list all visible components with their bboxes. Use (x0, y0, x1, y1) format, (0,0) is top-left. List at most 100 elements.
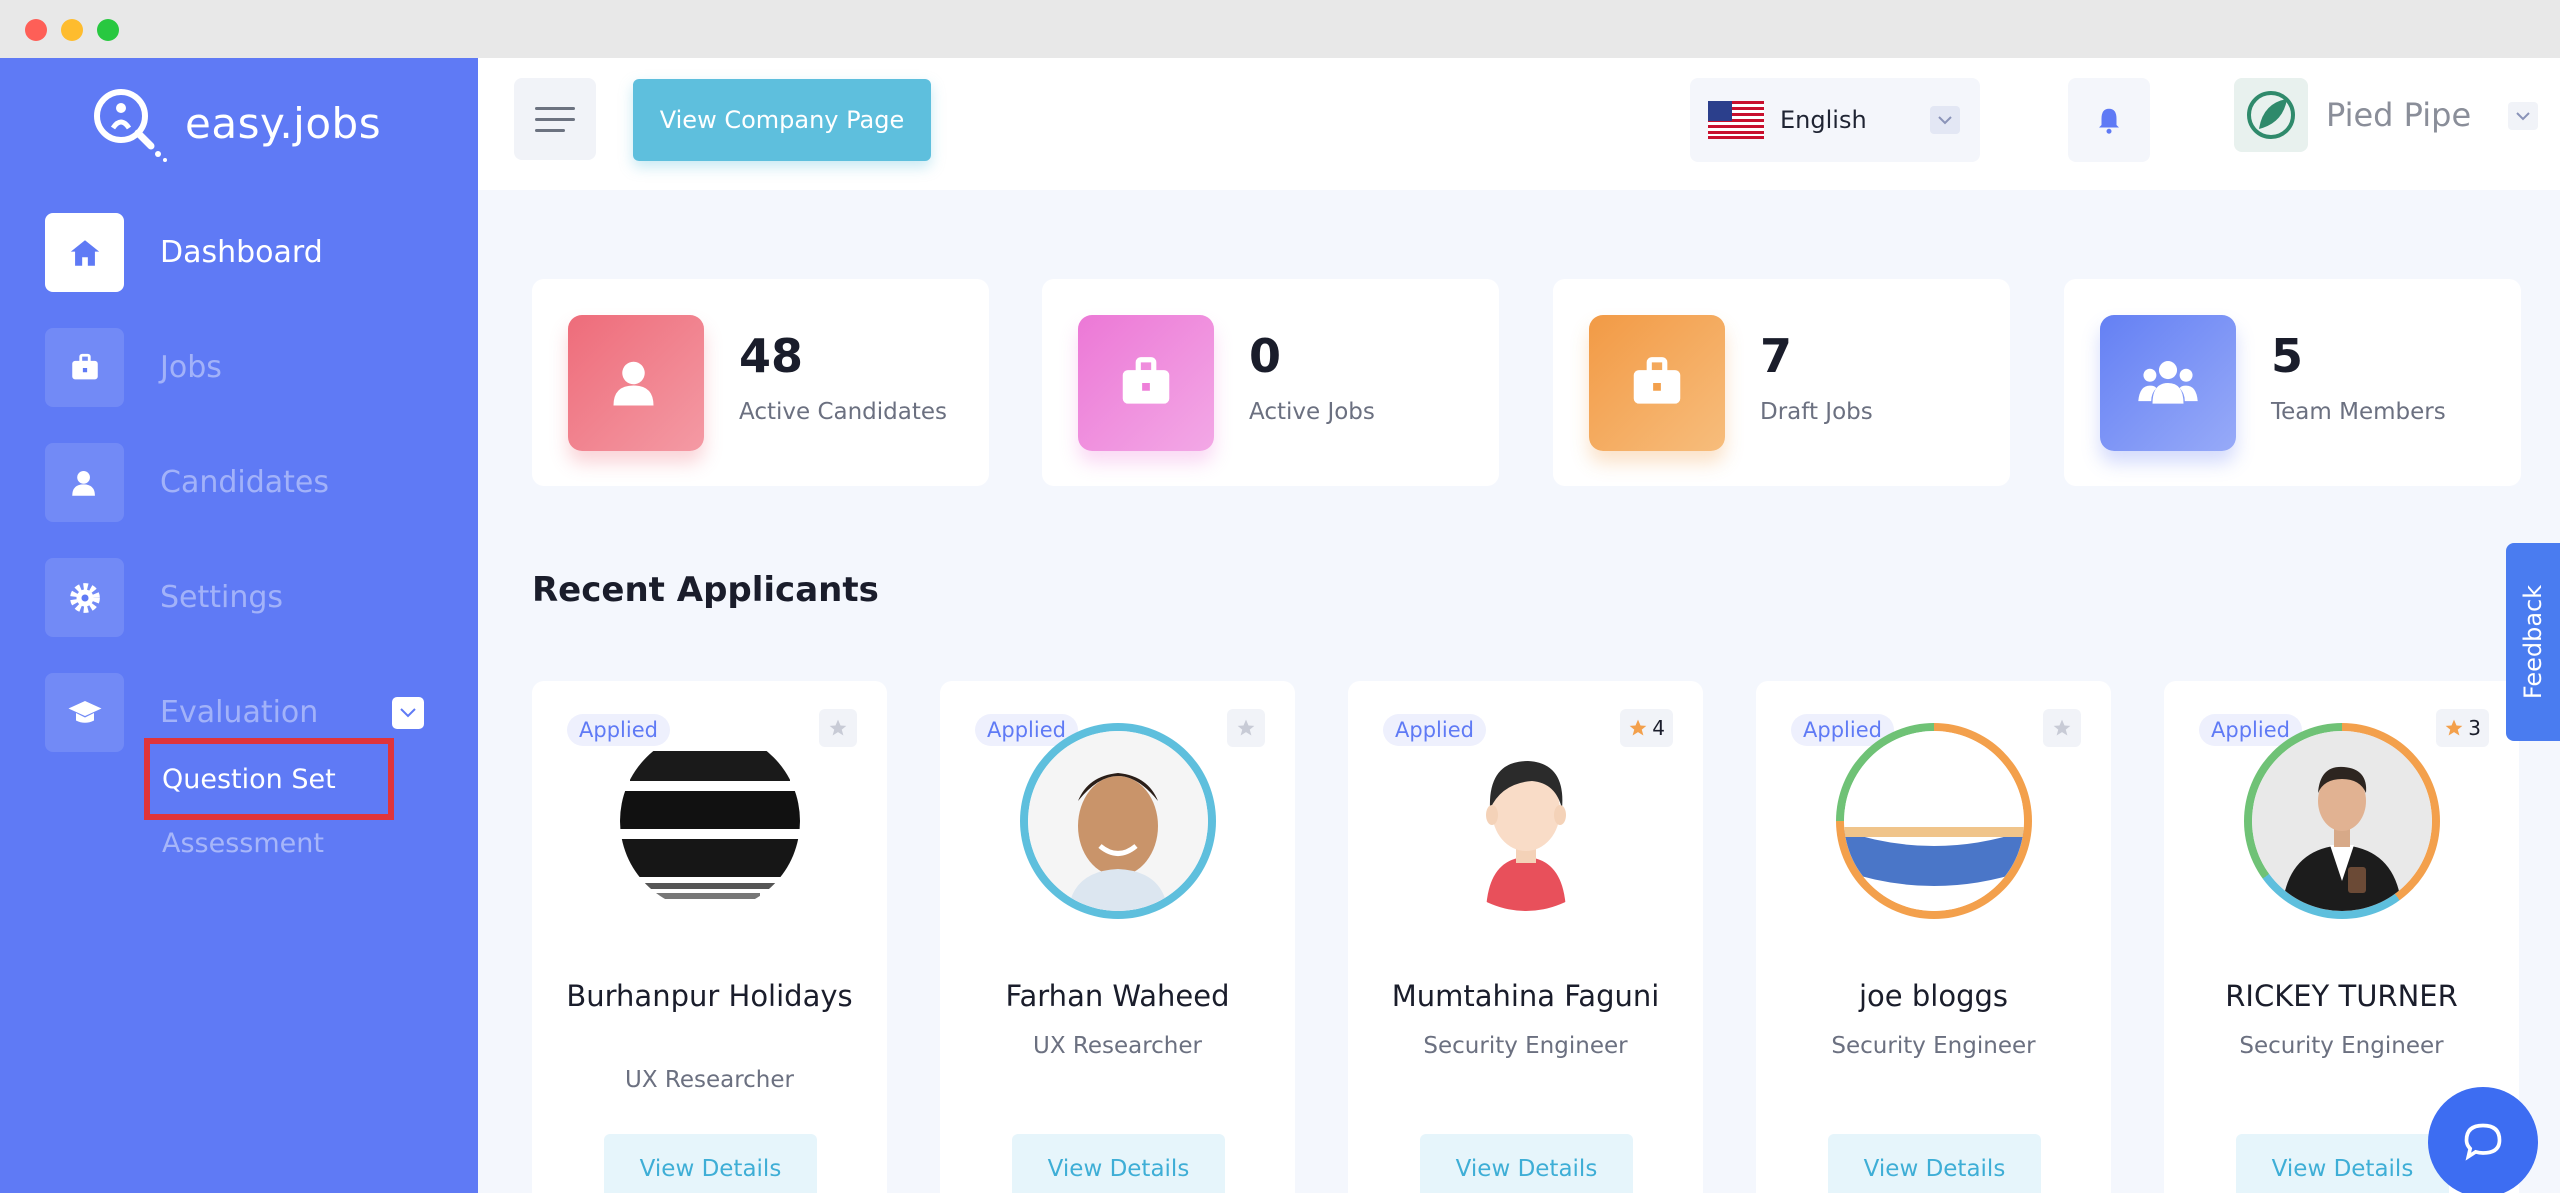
top-header: View Company Page English Pied Pipe (478, 58, 2560, 190)
applicant-name: Farhan Waheed (1005, 979, 1230, 1013)
recent-applicants-title: Recent Applicants (532, 570, 879, 610)
minimize-window-button[interactable] (61, 19, 83, 41)
chevron-down-icon[interactable] (392, 697, 424, 729)
applicant-name: RICKEY TURNER (2225, 979, 2458, 1013)
rating-badge[interactable]: 4 (1620, 709, 1673, 747)
view-details-button[interactable]: View Details (1420, 1134, 1633, 1193)
star-icon (1237, 719, 1255, 736)
applicant-name: Mumtahina Faguni (1391, 979, 1660, 1013)
feedback-tab[interactable]: Feedback (2506, 543, 2560, 741)
leaf-logo-icon (2247, 91, 2295, 139)
sidebar-item-settings[interactable]: Settings (45, 558, 283, 637)
language-selector[interactable]: English (1690, 78, 1980, 162)
applicant-role: Security Engineer (2239, 1033, 2444, 1059)
star-icon (1629, 719, 1647, 736)
chat-bubble-icon (2464, 1123, 2502, 1161)
brand-name: easy.jobs (185, 98, 382, 148)
chevron-down-icon[interactable] (2508, 102, 2538, 130)
sidebar-item-jobs[interactable]: Jobs (45, 328, 222, 407)
applicant-card[interactable]: Applied Farhan Waheed UX Researcher View… (940, 681, 1295, 1193)
easyjobs-logo-icon (94, 89, 167, 162)
home-icon (45, 213, 124, 292)
view-details-button[interactable]: View Details (604, 1134, 817, 1193)
favorite-button[interactable] (819, 709, 857, 747)
stat-value: 0 (1249, 329, 1282, 383)
close-window-button[interactable] (25, 19, 47, 41)
applicant-role: Security Engineer (1831, 1033, 2036, 1059)
rating-value: 4 (1652, 716, 1665, 740)
menu-line (535, 117, 575, 121)
avatar (612, 723, 808, 919)
chat-launcher-button[interactable] (2428, 1087, 2538, 1193)
stat-value: 5 (2271, 329, 2304, 383)
user-icon (568, 315, 704, 451)
view-details-button[interactable]: View Details (1012, 1134, 1225, 1193)
chevron-down-icon (1930, 106, 1960, 134)
team-icon (2100, 315, 2236, 451)
us-flag-icon (1708, 101, 1764, 139)
company-name: Pied Pipe (2326, 96, 2472, 134)
avatar-image (1436, 731, 1616, 911)
brand-logo[interactable]: easy.jobs (85, 80, 381, 166)
rating-value: 3 (2468, 716, 2481, 740)
avatar-image (1844, 731, 2024, 911)
star-icon (829, 719, 847, 736)
menu-line (535, 128, 565, 132)
sidebar-item-label: Candidates (160, 465, 329, 500)
sidebar-item-dashboard[interactable]: Dashboard (45, 213, 323, 292)
menu-toggle-button[interactable] (514, 78, 596, 160)
stat-card-active-candidates[interactable]: 48 Active Candidates (532, 279, 989, 486)
maximize-window-button[interactable] (97, 19, 119, 41)
user-icon (45, 443, 124, 522)
stat-value: 48 (739, 329, 804, 383)
sidebar-item-label: Settings (160, 580, 284, 615)
company-logo (2234, 78, 2308, 152)
sidebar-subitem-assessment[interactable]: Assessment (162, 828, 324, 859)
stat-label: Team Members (2271, 399, 2446, 425)
briefcase-icon (45, 328, 124, 407)
applicant-card[interactable]: Applied Burhanpur Holidays UX Researcher… (532, 681, 887, 1193)
avatar (2244, 723, 2440, 919)
applicant-role: UX Researcher (624, 1067, 794, 1093)
menu-line (535, 106, 575, 110)
sidebar-item-label: Evaluation (160, 695, 319, 730)
sidebar-item-candidates[interactable]: Candidates (45, 443, 329, 522)
applicant-name: joe bloggs (1859, 979, 2008, 1013)
favorite-button[interactable] (2043, 709, 2081, 747)
sidebar-item-label: Jobs (160, 350, 222, 385)
star-icon (2445, 719, 2463, 736)
window-titlebar (0, 0, 2560, 58)
notification-button[interactable] (2068, 78, 2150, 162)
company-switcher[interactable]: Pied Pipe (2234, 78, 2471, 152)
avatar-image (2252, 731, 2432, 911)
briefcase-icon (1589, 315, 1725, 451)
view-details-button[interactable]: View Details (2236, 1134, 2449, 1193)
avatar (1428, 723, 1624, 919)
avatar (1020, 723, 1216, 919)
feedback-label: Feedback (2519, 584, 2548, 700)
stat-card-active-jobs[interactable]: 0 Active Jobs (1042, 279, 1499, 486)
avatar (1836, 723, 2032, 919)
stat-card-team-members[interactable]: 5 Team Members (2064, 279, 2521, 486)
stat-value: 7 (1760, 329, 1793, 383)
stat-label: Active Jobs (1249, 399, 1375, 425)
briefcase-icon (1078, 315, 1214, 451)
sidebar-item-label: Dashboard (160, 235, 323, 270)
favorite-button[interactable] (1227, 709, 1265, 747)
stat-card-draft-jobs[interactable]: 7 Draft Jobs (1553, 279, 2010, 486)
applicant-role: Security Engineer (1423, 1033, 1628, 1059)
bell-icon (2099, 108, 2119, 134)
applicant-card[interactable]: Applied 4 Mumtahina Faguni Security Engi… (1348, 681, 1703, 1193)
applicant-card[interactable]: Applied joe bloggs Security Engineer Vie… (1756, 681, 2111, 1193)
view-company-page-button[interactable]: View Company Page (633, 79, 931, 161)
avatar-image (620, 731, 800, 911)
gear-icon (45, 558, 124, 637)
sidebar-subitem-question-set[interactable]: Question Set (162, 764, 336, 795)
avatar-image (1028, 731, 1208, 911)
graduation-cap-icon (45, 673, 124, 752)
applicant-name: Burhanpur Holidays (566, 979, 853, 1013)
view-details-button[interactable]: View Details (1828, 1134, 2041, 1193)
stat-label: Draft Jobs (1760, 399, 1873, 425)
rating-badge[interactable]: 3 (2436, 709, 2489, 747)
stat-label: Active Candidates (739, 399, 948, 425)
